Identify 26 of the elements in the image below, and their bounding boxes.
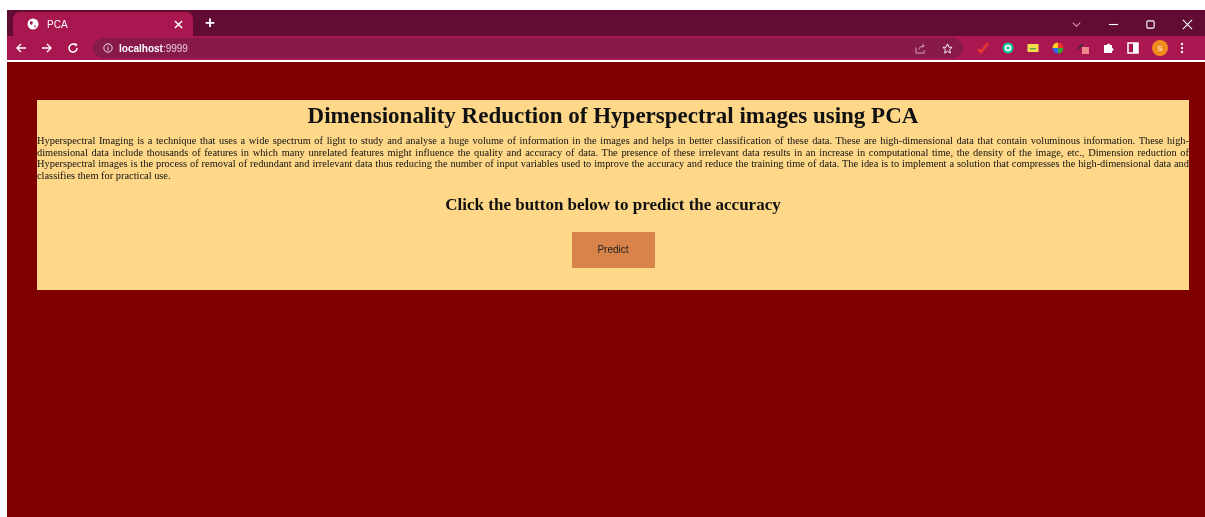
color-wheel-icon[interactable] <box>1052 42 1064 54</box>
new-tab-button[interactable]: + <box>205 13 215 33</box>
share-icon[interactable] <box>915 42 926 54</box>
browser-tab[interactable]: PCA <box>13 12 193 36</box>
close-icon[interactable] <box>174 19 183 29</box>
info-icon <box>103 43 113 53</box>
address-bar[interactable]: localhost:9999 <box>93 38 963 58</box>
note-icon[interactable] <box>1027 42 1039 54</box>
puzzle-icon[interactable] <box>1102 42 1114 54</box>
star-icon[interactable] <box>942 42 953 54</box>
forward-arrow-icon[interactable] <box>41 42 53 54</box>
prompt-heading: Click the button below to predict the accuracy <box>445 194 781 215</box>
page-title: Dimensionality Reduction of Hyperspectral images using PCA <box>307 102 919 129</box>
back-arrow-icon[interactable] <box>15 42 27 54</box>
description-paragraph: Hyperspectral Imaging is a technique that uses a wide spectrum of light to study and analyse a huge volume of information in the images and helps in better classification of these data. These are high-dimensional data that contain voluminous information. These high-dimensional data include thousands of features in which many unrelated features might influence the quality and accuracy of data. The presence of these irrelevant data results in an increase in computational time, the density of the image, etc., Dimension reduction of Hyperspectral images is the process of removal of redundant and irrelevant data thus reducing the number of input variables used to improve the accuracy and reduce the training time of data. The idea is to implement a solution that compresses the high-dimensional data and classifies them for practical use. <box>37 135 1189 182</box>
circle-icon[interactable] <box>1002 42 1014 54</box>
reload-icon[interactable] <box>67 42 79 54</box>
more-menu-icon[interactable] <box>1180 42 1184 54</box>
maximize-icon[interactable] <box>1145 19 1156 30</box>
eyedropper-icon[interactable] <box>1077 42 1089 54</box>
chevron-down-icon[interactable] <box>1071 19 1082 30</box>
close-icon[interactable] <box>1182 19 1193 30</box>
predict-button[interactable]: Predict <box>571 231 655 268</box>
globe-icon <box>27 18 39 30</box>
checkmark-icon[interactable] <box>977 42 989 54</box>
sidebar-icon[interactable] <box>1127 42 1139 54</box>
